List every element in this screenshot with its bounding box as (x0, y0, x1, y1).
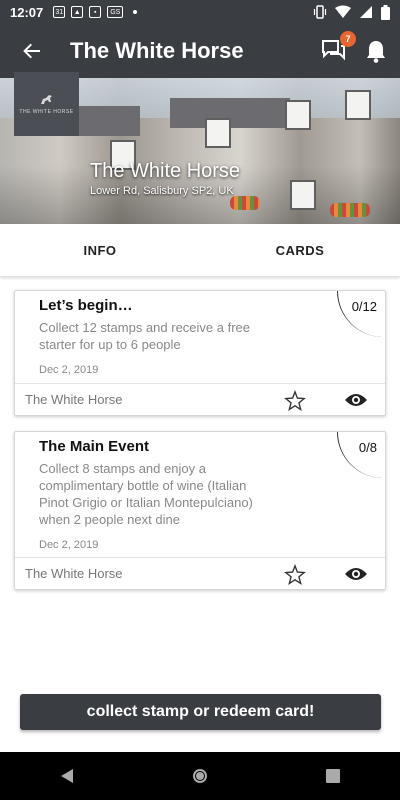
app-actions: 7 (320, 31, 390, 65)
card-footer: The White Horse (15, 383, 385, 415)
bell-icon (367, 41, 385, 63)
collect-stamp-button[interactable]: collect stamp or redeem card! (20, 694, 381, 730)
nav-back-button[interactable] (43, 752, 91, 800)
tab-bar: INFO CARDS (0, 224, 400, 276)
view-button[interactable] (343, 390, 369, 410)
card-date: Dec 2, 2019 (39, 363, 99, 376)
star-icon (284, 564, 306, 585)
stamp-card[interactable]: The Main Event Collect 8 stamps and enjo… (14, 431, 386, 590)
hero-window (205, 118, 231, 148)
star-icon (284, 390, 306, 411)
battery-icon (381, 4, 390, 20)
hero-flowers (330, 203, 370, 217)
photo-icon: ▲ (71, 6, 84, 18)
card-description: Collect 8 stamps and enjoy a complimenta… (39, 461, 253, 527)
vibrate-icon (313, 5, 327, 19)
nav-home-button[interactable] (176, 752, 224, 800)
stamp-card[interactable]: Let’s begin… Collect 12 stamps and recei… (14, 290, 386, 416)
card-title: The Main Event (39, 438, 150, 455)
horse-icon (40, 94, 52, 104)
hero-flowers (230, 196, 260, 210)
app-bar: The White Horse 7 (0, 24, 400, 78)
page-title: The White Horse (70, 38, 244, 63)
view-button[interactable] (343, 564, 369, 584)
venue-name: The White Horse (90, 160, 241, 182)
nav-recents-button[interactable] (309, 752, 357, 800)
venue-logo: THE WHITE HORSE (14, 72, 79, 136)
card-description: Collect 12 stamps and receive a free sta… (39, 320, 250, 352)
hero-window (285, 100, 311, 130)
more-dot-icon (133, 10, 138, 14)
card-body: The Main Event Collect 8 stamps and enjo… (15, 432, 385, 551)
back-button[interactable] (8, 24, 56, 78)
logo-text: THE WHITE HORSE (19, 108, 74, 115)
favorite-button[interactable] (283, 563, 307, 587)
hero-window (345, 90, 371, 120)
favorite-button[interactable] (283, 389, 307, 413)
system-icons (313, 4, 390, 20)
card-footer: The White Horse (15, 557, 385, 589)
gs-icon: GS (107, 6, 124, 18)
signal-icon (360, 6, 372, 18)
calendar-icon: 31 (53, 6, 66, 18)
notification-icons: 31 ▲ ▪ GS (53, 6, 138, 18)
eye-icon (345, 568, 367, 580)
clock: 12:07 (10, 4, 44, 20)
triangle-back-icon (60, 769, 73, 783)
venue-address: Lower Rd, Salisbury SP2, UK (90, 185, 234, 197)
messages-button[interactable]: 7 (320, 31, 356, 65)
eye-icon (345, 394, 367, 406)
circle-home-icon (192, 769, 207, 783)
notifications-button[interactable] (362, 37, 390, 65)
arrow-left-icon (23, 43, 40, 59)
square-recents-icon (326, 769, 341, 783)
tab-info[interactable]: INFO (0, 224, 200, 276)
card-body: Let’s begin… Collect 12 stamps and recei… (15, 291, 385, 376)
tab-cards[interactable]: CARDS (200, 224, 400, 276)
hero-window (290, 180, 316, 210)
card-date: Dec 2, 2019 (39, 538, 99, 551)
status-bar: 12:07 31 ▲ ▪ GS (0, 0, 400, 24)
card-title: Let’s begin… (39, 297, 133, 314)
card-venue: The White Horse (25, 566, 123, 581)
card-venue: The White Horse (25, 392, 123, 407)
system-nav-bar (0, 752, 400, 800)
contact-icon: ▪ (89, 6, 102, 18)
wifi-icon (335, 5, 351, 18)
message-count-badge: 7 (340, 31, 356, 47)
